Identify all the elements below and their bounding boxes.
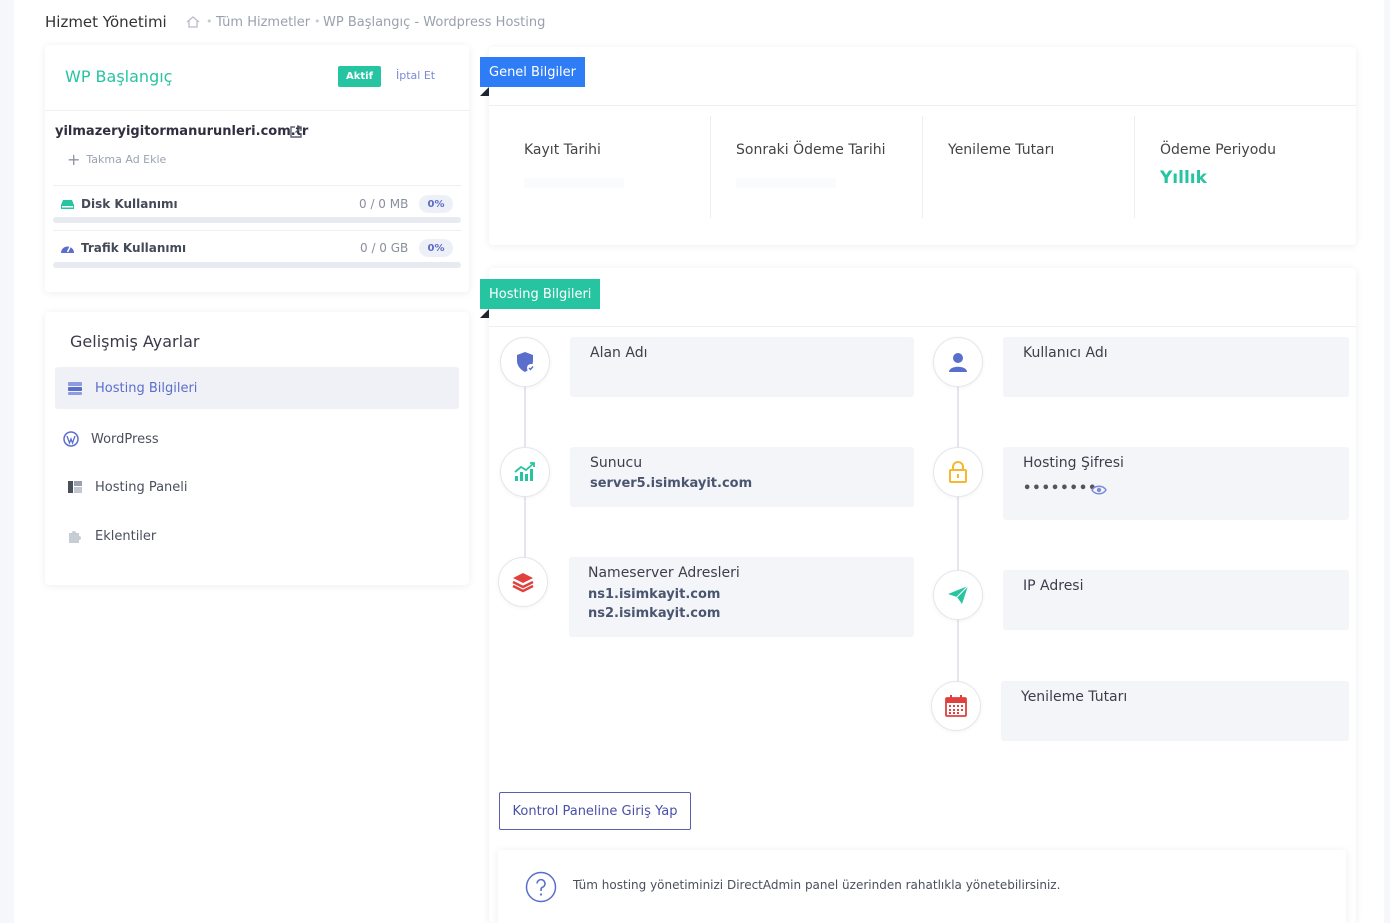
timeline-node [933, 570, 983, 620]
info-placeholder [736, 178, 836, 188]
home-icon[interactable] [185, 14, 201, 30]
info-label: Yenileme Tutarı [948, 142, 1055, 158]
timeline-node [500, 447, 550, 497]
nameserver-label: Nameserver Adresleri [588, 565, 740, 581]
info-registration-date: Kayıt Tarihi [499, 116, 711, 218]
divider [53, 185, 461, 186]
page-container: Hizmet Yönetimi • Tüm Hizmetler • WP Baş… [14, 0, 1384, 923]
cancel-link[interactable]: İptal Et [396, 69, 435, 82]
timeline-node [933, 337, 983, 387]
service-card: WP Başlangıç Aktif İptal Et yilmazeryigi… [45, 45, 469, 292]
disk-usage-label: Disk Kullanımı [81, 197, 178, 211]
status-badge: Aktif [338, 66, 381, 87]
traffic-usage-percent: 0% [419, 239, 453, 257]
breadcrumb-all-services[interactable]: Tüm Hizmetler [216, 15, 310, 30]
server-value: server5.isimkayit.com [590, 476, 753, 491]
info-notice: Tüm hosting yönetiminizi DirectAdmin pan… [498, 850, 1346, 923]
ip-info-box: IP Adresi [1003, 570, 1349, 630]
external-link-icon[interactable] [289, 125, 303, 139]
renewal-label: Yenileme Tutarı [1021, 689, 1128, 705]
domain-label: Alan Adı [590, 345, 648, 361]
divider [45, 110, 469, 111]
info-placeholder [524, 178, 624, 188]
layers-icon [512, 573, 534, 593]
traffic-usage-label: Trafik Kullanımı [81, 241, 187, 255]
info-payment-period: Ödeme Periyodu Yıllık [1135, 116, 1347, 218]
general-info-card: Genel Bilgiler Kayıt Tarihi Sonraki Ödem… [480, 47, 1356, 245]
panel-icon [68, 481, 82, 493]
advanced-settings-title: Gelişmiş Ayarlar [70, 332, 200, 351]
add-alias-label: Takma Ad Ekle [86, 153, 167, 166]
ribbon-tail [480, 309, 489, 318]
question-circle-icon [525, 871, 557, 903]
user-icon [949, 353, 967, 372]
menu-item-label: Hosting Bilgileri [95, 380, 198, 396]
traffic-usage-value: 0 / 0 GB [360, 241, 409, 255]
menu-item-label: WordPress [91, 431, 159, 447]
chart-growth-icon [514, 462, 535, 481]
eye-icon[interactable] [1091, 484, 1107, 496]
password-mask: •••••••• [1023, 481, 1098, 496]
server-info-box: Sunucu server5.isimkayit.com [570, 447, 914, 507]
nameserver-1: ns1.isimkayit.com [588, 587, 721, 602]
puzzle-icon [69, 531, 81, 543]
traffic-usage-bar [53, 262, 461, 268]
disk-usage-percent: 0% [419, 195, 453, 213]
menu-item-wordpress[interactable]: WordPress [55, 418, 459, 460]
timeline-line [957, 386, 959, 706]
password-info-box: Hosting Şifresi •••••••• [1003, 447, 1349, 520]
divider [53, 230, 461, 231]
disk-usage-bar [53, 217, 461, 223]
ribbon-tail [480, 87, 489, 96]
speedometer-icon [61, 246, 74, 253]
menu-item-label: Eklentiler [95, 528, 157, 544]
menu-item-label: Hosting Paneli [95, 479, 188, 495]
shield-check-icon [517, 352, 535, 372]
server-label: Sunucu [590, 455, 643, 471]
domain-info-box: Alan Adı [570, 337, 914, 397]
info-label: Kayıt Tarihi [524, 142, 601, 158]
divider [489, 326, 1356, 327]
info-label: Sonraki Ödeme Tarihi [736, 142, 886, 158]
paper-plane-icon [948, 585, 969, 604]
breadcrumb-separator: • [314, 15, 321, 28]
nameserver-info-box: Nameserver Adresleri ns1.isimkayit.com n… [569, 557, 914, 637]
info-renewal-amount: Yenileme Tutarı [923, 116, 1135, 218]
divider [489, 105, 1356, 106]
username-label: Kullanıcı Adı [1023, 345, 1108, 361]
payment-period-value: Yıllık [1160, 168, 1207, 188]
timeline-node [500, 337, 550, 387]
disk-usage-value: 0 / 0 MB [359, 197, 409, 211]
page-title: Hizmet Yönetimi [45, 13, 167, 31]
renewal-info-box: Yenileme Tutarı [1001, 681, 1349, 741]
advanced-settings-card: Gelişmiş Ayarlar Hosting Bilgileri WordP… [45, 312, 469, 585]
plus-icon: + [67, 149, 81, 169]
info-label: Ödeme Periyodu [1160, 142, 1277, 158]
general-info-ribbon: Genel Bilgiler [480, 57, 586, 87]
breadcrumb-separator: • [206, 15, 213, 28]
package-name: WP Başlangıç [65, 67, 173, 86]
menu-item-hosting-info[interactable]: Hosting Bilgileri [55, 367, 459, 409]
disk-icon [61, 200, 74, 209]
timeline-node [933, 447, 983, 497]
calendar-icon [945, 695, 967, 717]
wordpress-icon [63, 431, 79, 447]
control-panel-login-button[interactable]: Kontrol Paneline Giriş Yap [499, 792, 691, 830]
info-next-payment-date: Sonraki Ödeme Tarihi [711, 116, 923, 218]
nameserver-2: ns2.isimkayit.com [588, 606, 721, 621]
domain-name: yilmazeryigitormanurunleri.com.tr [55, 124, 309, 139]
server-icon [68, 382, 82, 395]
password-label: Hosting Şifresi [1023, 455, 1124, 471]
hosting-info-ribbon: Hosting Bilgileri [480, 279, 601, 309]
username-info-box: Kullanıcı Adı [1003, 337, 1349, 397]
menu-item-plugins[interactable]: Eklentiler [55, 515, 459, 557]
notice-text: Tüm hosting yönetiminizi DirectAdmin pan… [573, 878, 1061, 892]
lock-icon [949, 461, 967, 483]
add-alias-link[interactable]: + Takma Ad Ekle [67, 149, 167, 169]
menu-item-hosting-panel[interactable]: Hosting Paneli [55, 466, 459, 508]
timeline-node [498, 557, 548, 607]
breadcrumb-current: WP Başlangıç - Wordpress Hosting [323, 15, 546, 30]
timeline-node [931, 681, 981, 731]
ip-label: IP Adresi [1023, 578, 1084, 594]
